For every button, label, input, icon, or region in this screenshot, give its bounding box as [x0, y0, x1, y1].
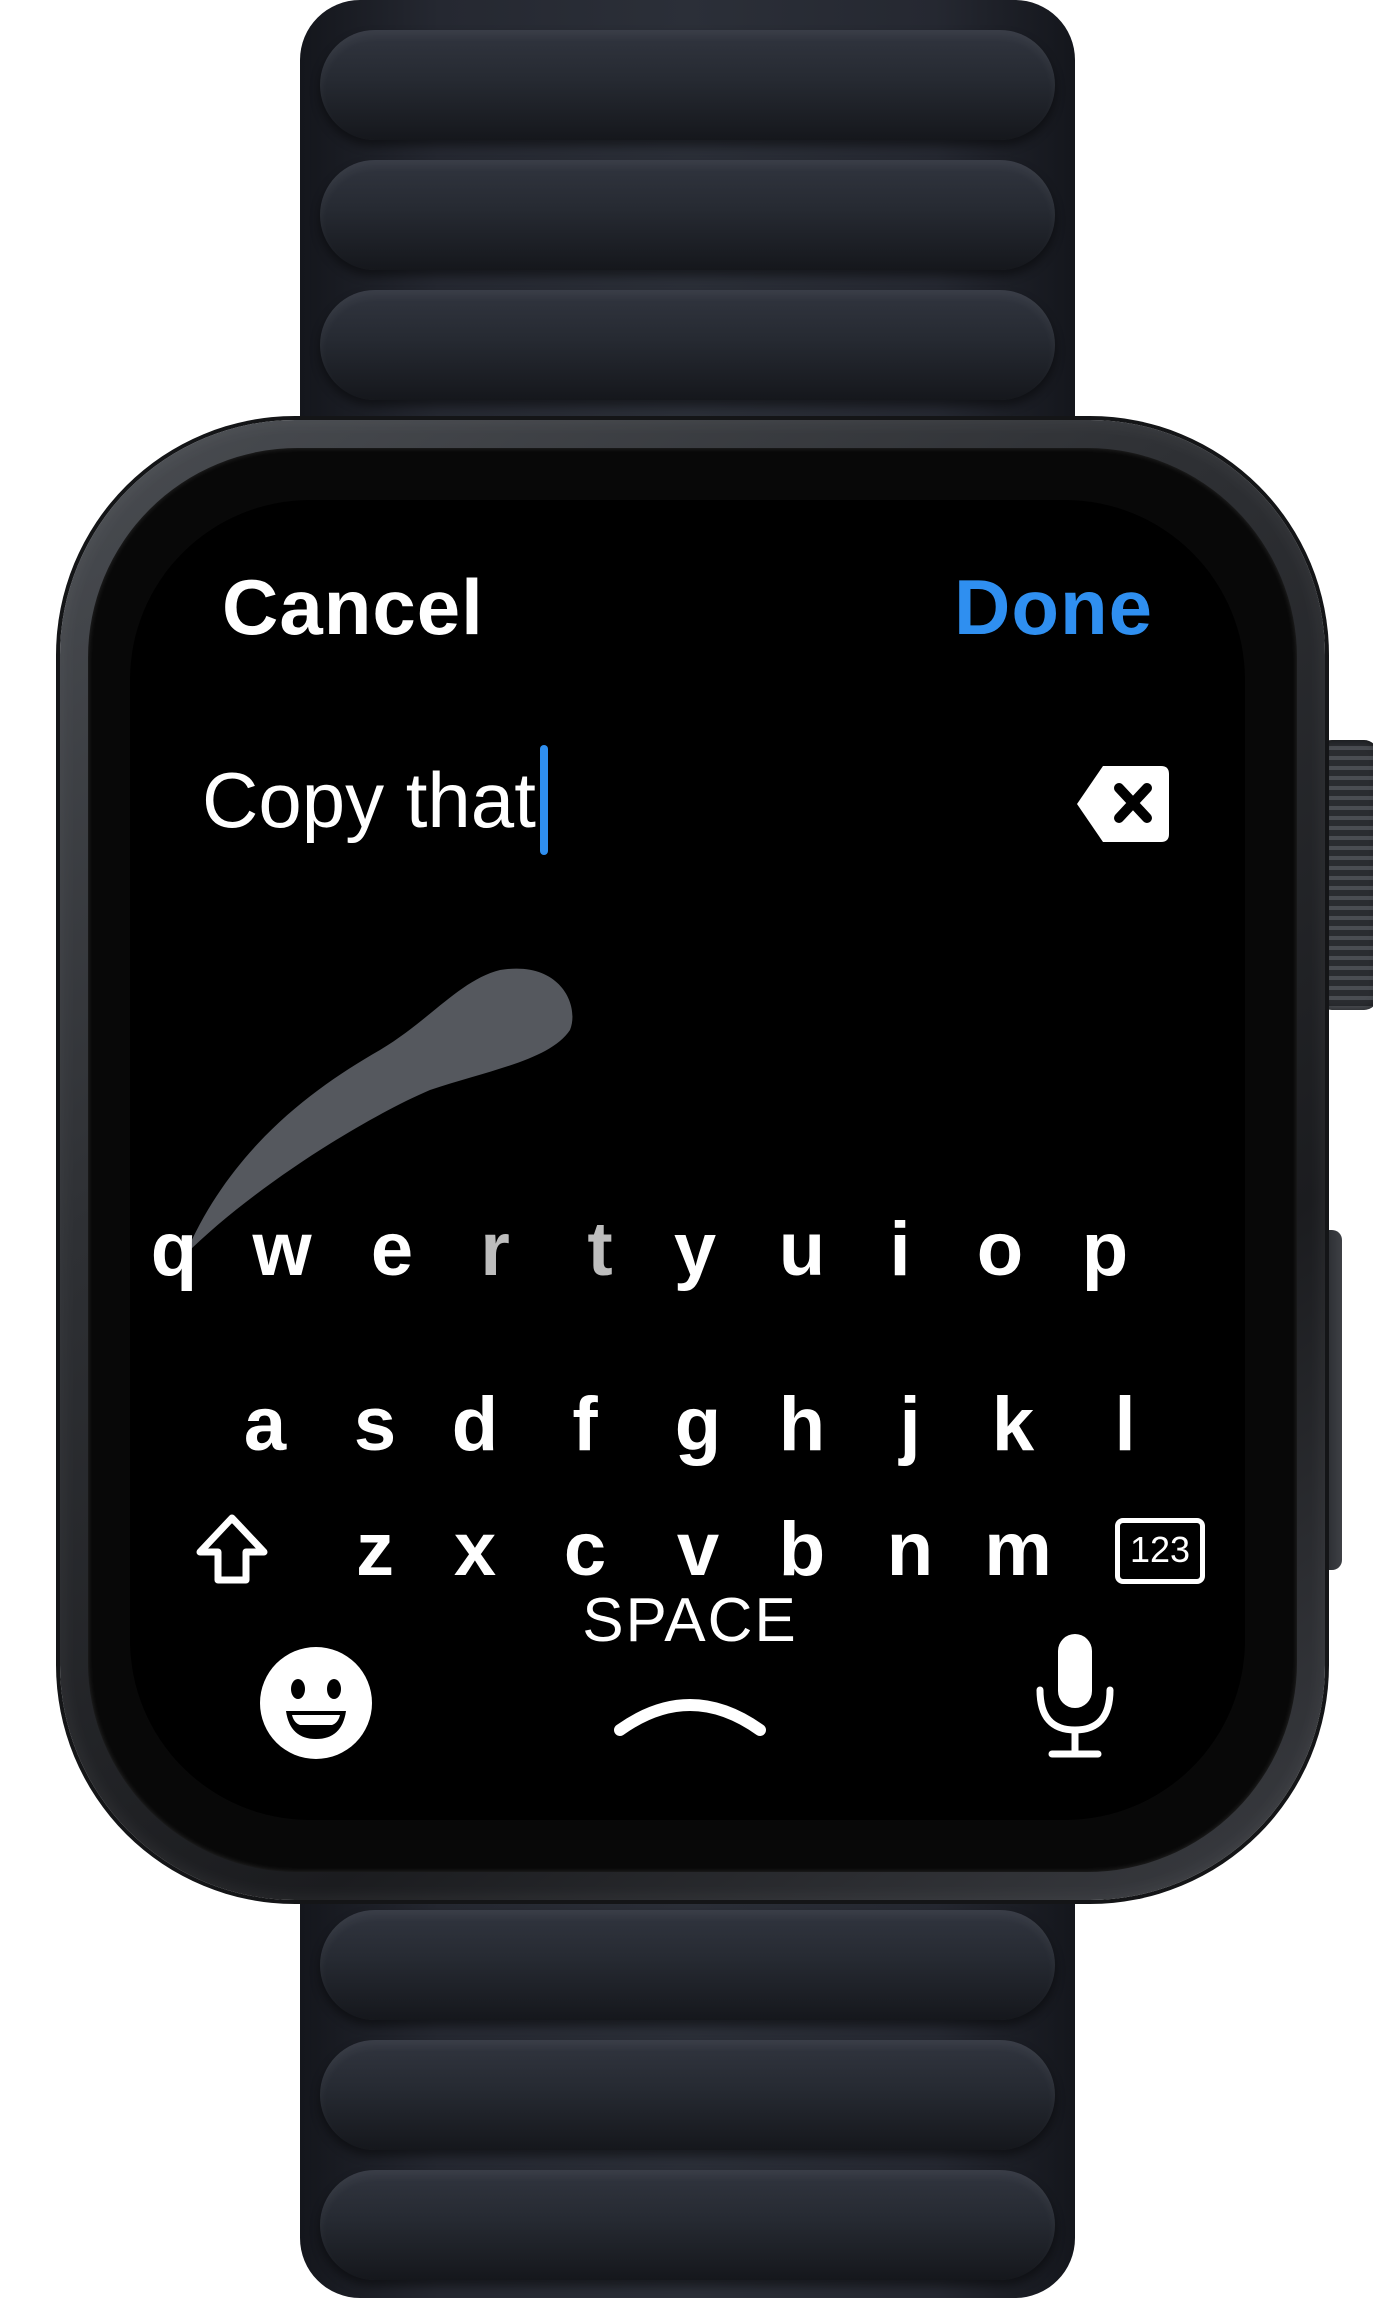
- band-rib: [320, 290, 1055, 400]
- space-key[interactable]: SPACE: [530, 1585, 850, 1656]
- delete-button[interactable]: [1073, 762, 1173, 846]
- cancel-button[interactable]: Cancel: [222, 562, 484, 653]
- key-r[interactable]: r: [450, 1200, 540, 1300]
- digital-crown[interactable]: [1318, 740, 1373, 1010]
- key-y[interactable]: y: [650, 1200, 740, 1300]
- emoji-smile-icon: [260, 1647, 372, 1759]
- key-p[interactable]: p: [1060, 1200, 1150, 1300]
- key-n[interactable]: n: [865, 1500, 955, 1600]
- emoji-button[interactable]: [258, 1645, 374, 1761]
- microphone-icon: [1036, 1634, 1114, 1758]
- numbers-key[interactable]: 123: [1115, 1518, 1205, 1584]
- band-rib: [320, 160, 1055, 270]
- key-u[interactable]: u: [757, 1200, 847, 1300]
- band-rib: [320, 2170, 1055, 2280]
- key-l[interactable]: l: [1080, 1375, 1170, 1475]
- key-o[interactable]: o: [955, 1200, 1045, 1300]
- delete-backspace-icon: [1077, 766, 1169, 842]
- text-input-value: Copy that: [202, 755, 536, 844]
- chevron-up-icon[interactable]: [610, 1680, 770, 1740]
- band-rib: [320, 1910, 1055, 2020]
- shift-key[interactable]: [192, 1510, 272, 1590]
- key-t[interactable]: t: [555, 1200, 645, 1300]
- dictation-button[interactable]: [1030, 1630, 1120, 1760]
- key-e[interactable]: e: [347, 1200, 437, 1300]
- key-i[interactable]: i: [855, 1200, 945, 1300]
- key-w[interactable]: w: [237, 1200, 327, 1300]
- key-s[interactable]: s: [330, 1375, 420, 1475]
- key-m[interactable]: m: [973, 1500, 1063, 1600]
- key-x[interactable]: x: [430, 1500, 520, 1600]
- band-rib: [320, 2040, 1055, 2150]
- key-z[interactable]: z: [330, 1500, 420, 1600]
- text-input-field[interactable]: Copy that: [202, 745, 1102, 855]
- key-j[interactable]: j: [865, 1375, 955, 1475]
- key-d[interactable]: d: [430, 1375, 520, 1475]
- done-button[interactable]: Done: [954, 562, 1153, 653]
- shift-arrow-icon: [196, 1514, 268, 1584]
- key-q[interactable]: q: [130, 1200, 219, 1300]
- text-cursor: [539, 745, 548, 855]
- key-h[interactable]: h: [757, 1375, 847, 1475]
- band-rib: [320, 30, 1055, 140]
- key-g[interactable]: g: [653, 1375, 743, 1475]
- watch-screen: Cancel Done Copy that q w e r t y u i o …: [130, 500, 1245, 1820]
- key-k[interactable]: k: [968, 1375, 1058, 1475]
- key-f[interactable]: f: [540, 1375, 630, 1475]
- key-a[interactable]: a: [220, 1375, 310, 1475]
